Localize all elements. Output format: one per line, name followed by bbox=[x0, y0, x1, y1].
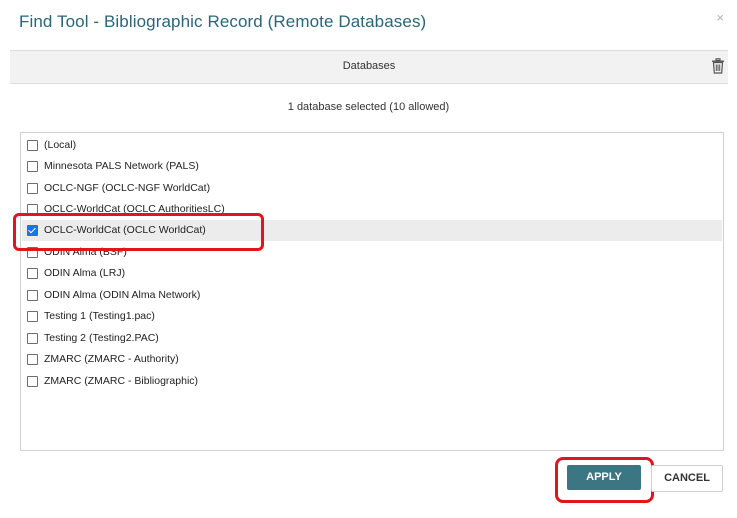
databases-header: Databases bbox=[10, 50, 728, 84]
list-item[interactable]: OCLC-WorldCat (OCLC AuthoritiesLC) bbox=[22, 199, 722, 220]
list-item-label: ODIN Alma (LRJ) bbox=[44, 267, 126, 279]
database-list: (Local) Minnesota PALS Network (PALS) OC… bbox=[20, 132, 724, 451]
list-item[interactable]: OCLC-NGF (OCLC-NGF WorldCat) bbox=[22, 178, 722, 199]
list-item-label: Testing 2 (Testing2.PAC) bbox=[44, 332, 159, 344]
close-icon[interactable]: × bbox=[716, 10, 724, 25]
checkbox[interactable] bbox=[27, 311, 38, 322]
list-item-label: ZMARC (ZMARC - Bibliographic) bbox=[44, 375, 199, 387]
list-item-label: OCLC-NGF (OCLC-NGF WorldCat) bbox=[44, 182, 211, 194]
checkbox[interactable] bbox=[27, 333, 38, 344]
list-item[interactable]: Minnesota PALS Network (PALS) bbox=[22, 156, 722, 177]
list-item[interactable]: Testing 2 (Testing2.PAC) bbox=[22, 328, 722, 349]
checkbox[interactable] bbox=[27, 161, 38, 172]
list-item-label: OCLC-WorldCat (OCLC AuthoritiesLC) bbox=[44, 203, 225, 215]
list-item-label: Testing 1 (Testing1.pac) bbox=[44, 310, 155, 322]
checkbox-checked[interactable] bbox=[27, 225, 38, 236]
checkbox[interactable] bbox=[27, 204, 38, 215]
list-item-label: ODIN Alma (BSF) bbox=[44, 246, 127, 258]
databases-header-label: Databases bbox=[342, 60, 396, 72]
find-tool-dialog: Find Tool - Bibliographic Record (Remote… bbox=[0, 0, 737, 518]
checkbox[interactable] bbox=[27, 354, 38, 365]
list-item[interactable]: ODIN Alma (ODIN Alma Network) bbox=[22, 285, 722, 306]
checkbox[interactable] bbox=[27, 140, 38, 151]
selection-summary: 1 database selected (10 allowed) bbox=[287, 101, 450, 113]
list-item-label: ODIN Alma (ODIN Alma Network) bbox=[44, 289, 201, 301]
dialog-title: Find Tool - Bibliographic Record (Remote… bbox=[19, 12, 427, 31]
checkbox[interactable] bbox=[27, 183, 38, 194]
list-item[interactable]: ODIN Alma (LRJ) bbox=[22, 263, 722, 284]
cancel-button[interactable]: CANCEL bbox=[651, 465, 723, 492]
list-item[interactable]: Testing 1 (Testing1.pac) bbox=[22, 306, 722, 327]
checkbox[interactable] bbox=[27, 247, 38, 258]
checkbox[interactable] bbox=[27, 376, 38, 387]
trash-icon[interactable] bbox=[711, 58, 725, 74]
list-item[interactable]: (Local) bbox=[22, 135, 722, 156]
checkbox[interactable] bbox=[27, 290, 38, 301]
list-item[interactable]: ZMARC (ZMARC - Authority) bbox=[22, 349, 722, 370]
list-item-label: ZMARC (ZMARC - Authority) bbox=[44, 353, 179, 365]
list-item[interactable]: OCLC-WorldCat (OCLC WorldCat) bbox=[22, 220, 722, 241]
list-item[interactable]: ZMARC (ZMARC - Bibliographic) bbox=[22, 371, 722, 392]
checkbox[interactable] bbox=[27, 268, 38, 279]
list-item-label: Minnesota PALS Network (PALS) bbox=[44, 160, 199, 172]
list-item-label: OCLC-WorldCat (OCLC WorldCat) bbox=[44, 224, 206, 236]
list-item[interactable]: ODIN Alma (BSF) bbox=[22, 242, 722, 263]
list-item-label: (Local) bbox=[44, 139, 77, 151]
apply-button[interactable]: APPLY bbox=[567, 465, 641, 490]
